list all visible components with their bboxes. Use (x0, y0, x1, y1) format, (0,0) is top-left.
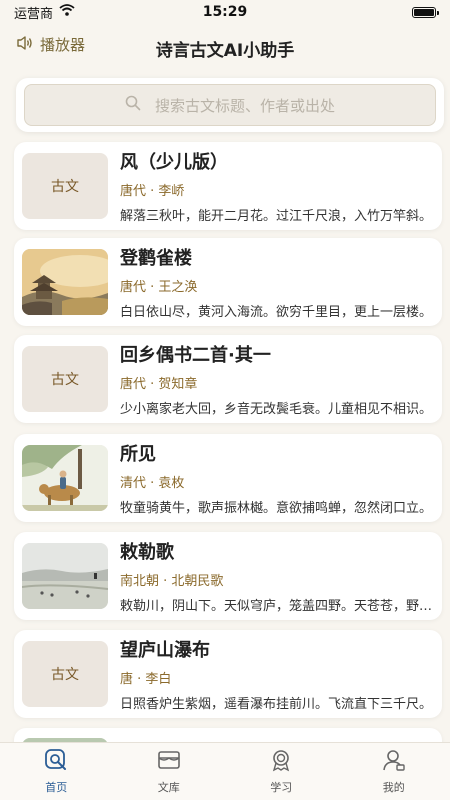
search-input[interactable]: 搜索古文标题、作者或出处 (24, 84, 436, 126)
status-bar: 运营商 15:29 (0, 0, 450, 24)
poem-author: 唐代 · 贺知章 (120, 377, 198, 392)
poem-thumbnail: 古文 (22, 346, 108, 412)
tab-label: 学习 (270, 781, 293, 794)
grassland-painting-image (22, 543, 108, 609)
search-placeholder: 搜索古文标题、作者或出处 (154, 96, 335, 115)
poem-card[interactable]: 所见 清代 · 袁枚 牧童骑黄牛，歌声振林樾。意欲捕鸣蝉，忽然闭口立。 (14, 434, 442, 522)
poem-author: 清代 · 袁枚 (120, 476, 185, 491)
thumbnail-text: 古文 (51, 667, 79, 683)
home-search-icon (44, 748, 68, 775)
poem-snippet: 日照香炉生紫烟，遥看瀑布挂前川。飞流直下三千尺。 (120, 697, 433, 712)
poem-card[interactable]: 敕勒歌 南北朝 · 北朝民歌 敕勒川，阴山下。天似穹庐，笼盖四野。天苍苍，野茫茫… (14, 532, 442, 620)
poem-author: 南北朝 · 北朝民歌 (120, 574, 224, 589)
poem-snippet: 少小离家老大回，乡音无改鬓毛衰。儿童相见不相识。 (120, 402, 433, 417)
poem-thumbnail: 古文 (22, 153, 108, 219)
pavilion-painting-image (22, 249, 108, 315)
status-time: 15:29 (202, 4, 248, 20)
player-button[interactable]: 播放器 (16, 34, 85, 55)
poem-title: 敕勒歌 (120, 542, 174, 563)
poem-title: 所见 (120, 444, 156, 465)
search-container: 搜索古文标题、作者或出处 (16, 78, 444, 132)
poem-title: 风（少儿版） (120, 152, 228, 173)
poem-snippet: 牧童骑黄牛，歌声振林樾。意欲捕鸣蝉，忽然闭口立。 (120, 501, 433, 516)
player-label: 播放器 (40, 36, 86, 54)
thumbnail-text: 古文 (51, 179, 79, 195)
search-icon (125, 95, 141, 115)
library-icon (157, 748, 181, 775)
poem-card[interactable]: 古文 回乡偶书二首·其一 唐代 · 贺知章 少小离家老大回，乡音无改鬓毛衰。儿童… (14, 335, 442, 423)
profile-icon (382, 748, 406, 775)
tab-home[interactable]: 首页 (0, 743, 113, 800)
poem-snippet: 敕勒川，阴山下。天似穹庐，笼盖四野。天苍苍，野茫茫。 (120, 599, 434, 614)
speaker-icon (16, 35, 34, 55)
battery-icon (412, 7, 439, 18)
app-screen: 运营商 15:29 播放器 诗言古文AI小助手 搜索古文标题、作者或出处 古文 … (0, 0, 450, 800)
thumbnail-text: 古文 (51, 372, 79, 388)
poem-thumbnail: 古文 (22, 641, 108, 707)
header: 播放器 诗言古文AI小助手 (0, 24, 450, 70)
study-badge-icon (269, 748, 293, 775)
poem-author: 唐代 · 李峤 (120, 184, 185, 199)
poem-title: 望庐山瀑布 (120, 640, 210, 661)
tab-label: 我的 (382, 781, 405, 794)
tab-bar: 首页 文库 学习 我的 (0, 742, 450, 800)
poem-title: 回乡偶书二首·其一 (120, 345, 271, 366)
poem-author: 唐 · 李白 (120, 672, 172, 687)
tab-library[interactable]: 文库 (113, 743, 226, 800)
poem-title: 登鹳雀楼 (120, 248, 192, 269)
poem-snippet: 白日依山尽，黄河入海流。欲穷千里目，更上一层楼。 (120, 305, 433, 320)
tab-study[interactable]: 学习 (225, 743, 338, 800)
poem-author: 唐代 · 王之涣 (120, 280, 198, 295)
tab-label: 文库 (157, 781, 180, 794)
tab-profile[interactable]: 我的 (338, 743, 450, 800)
poem-snippet: 解落三秋叶，能开二月花。过江千尺浪，入竹万竿斜。 (120, 209, 433, 224)
poem-card[interactable]: 古文 风（少儿版） 唐代 · 李峤 解落三秋叶，能开二月花。过江千尺浪，入竹万竿… (14, 142, 442, 230)
tab-label: 首页 (45, 781, 68, 794)
poem-card[interactable]: 古文 望庐山瀑布 唐 · 李白 日照香炉生紫烟，遥看瀑布挂前川。飞流直下三千尺。 (14, 630, 442, 718)
cowherd-painting-image (22, 445, 108, 511)
poem-card[interactable]: 登鹳雀楼 唐代 · 王之涣 白日依山尽，黄河入海流。欲穷千里目，更上一层楼。 (14, 238, 442, 326)
